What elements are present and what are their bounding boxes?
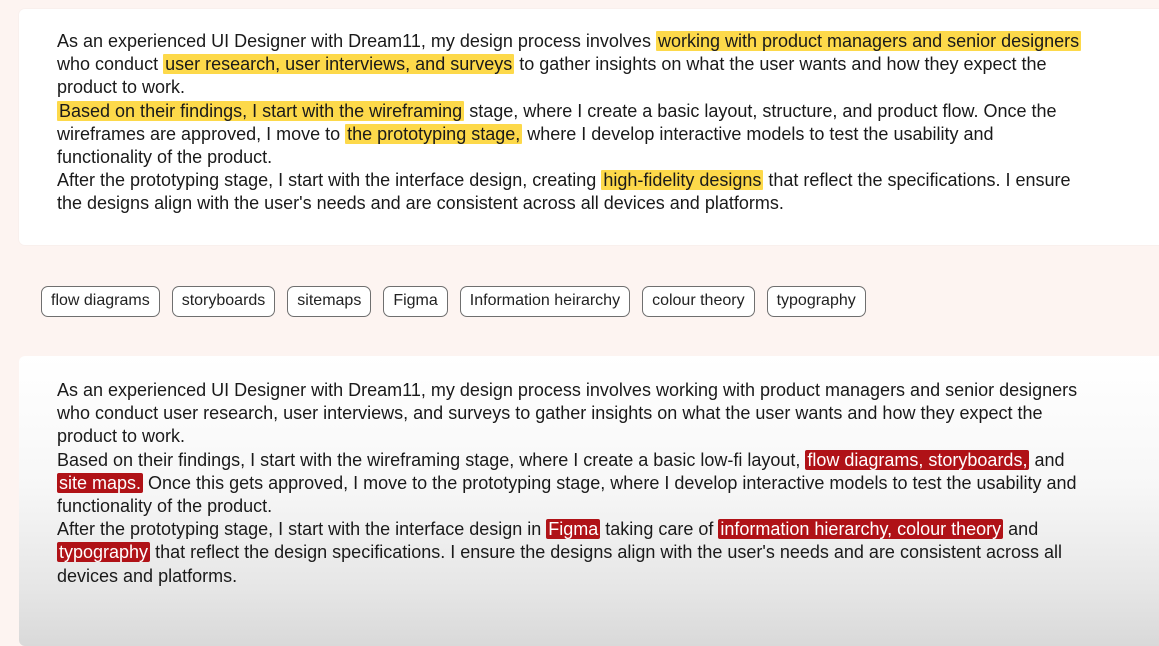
text-line: functionality of the product.	[57, 496, 273, 517]
text-line: As an experienced UI Designer with Dream…	[57, 380, 1078, 400]
text-segment: stage, where I create a basic layout, st…	[464, 100, 1057, 121]
original-text-card: As an experienced UI Designer with Dream…	[19, 9, 1159, 245]
text-segment: Once this gets approved, I move to the p…	[143, 472, 1077, 493]
text-line: After the prototyping stage, I start wit…	[57, 518, 1149, 541]
text-line: functionality of the product.	[57, 147, 273, 168]
tag-information-heirarchy[interactable]: Information heirarchy	[459, 286, 631, 317]
text-segment: who conduct	[57, 54, 164, 75]
text-segment: wireframes are approved, I move to	[57, 123, 346, 144]
text-line: After the prototyping stage, I start wit…	[57, 169, 1149, 192]
yellow-highlight: Based on their findings, I start with th…	[57, 100, 465, 121]
tag-colour-theory[interactable]: colour theory	[642, 286, 755, 317]
skill-tags: flow diagrams storyboards sitemaps Figma…	[41, 286, 866, 317]
text-segment: and	[1003, 519, 1039, 540]
red-highlight: flow diagrams, storyboards,	[805, 449, 1030, 470]
revised-text-card: As an experienced UI Designer with Dream…	[19, 356, 1159, 646]
text-line: Based on their findings, I start with th…	[57, 100, 1149, 123]
red-highlight: typography	[57, 542, 151, 563]
tag-sitemaps[interactable]: sitemaps	[287, 286, 372, 317]
tag-figma[interactable]: Figma	[383, 286, 448, 317]
red-highlight: information hierarchy, colour theory	[718, 519, 1004, 540]
yellow-highlight: high-fidelity designs	[601, 170, 764, 191]
text-line: product to work.	[57, 426, 186, 447]
yellow-highlight: user research, user interviews, and surv…	[163, 54, 515, 75]
text-segment: After the prototyping stage, I start wit…	[57, 170, 602, 191]
text-line: As an experienced UI Designer with Dream…	[57, 30, 1149, 53]
text-line: who conduct user research, user intervie…	[57, 403, 1043, 424]
tag-flow-diagrams[interactable]: flow diagrams	[41, 286, 160, 317]
yellow-highlight: working with product managers and senior…	[655, 31, 1082, 51]
text-line: wireframes are approved, I move to the p…	[57, 123, 1149, 146]
red-highlight: site maps.	[57, 472, 144, 493]
text-segment: that reflect the specifications. I ensur…	[763, 170, 1071, 191]
text-segment: that reflect the design specifications. …	[150, 542, 1063, 563]
text-segment: Based on their findings, I start with th…	[57, 449, 806, 470]
text-segment: After the prototyping stage, I start wit…	[57, 519, 547, 540]
text-line: product to work.	[57, 77, 186, 98]
text-line: devices and platforms.	[57, 565, 238, 586]
tag-storyboards[interactable]: storyboards	[171, 286, 276, 317]
text-segment: taking care of	[600, 519, 719, 540]
text-line: Based on their findings, I start with th…	[57, 449, 1149, 472]
text-line: who conduct user research, user intervie…	[57, 53, 1149, 76]
text-segment: and	[1029, 449, 1065, 470]
text-line: the designs align with the user's needs …	[57, 193, 784, 214]
yellow-highlight: the prototyping stage,	[345, 123, 523, 144]
text-segment: to gather insights on what the user want…	[514, 54, 1047, 75]
red-highlight: Figma	[546, 519, 601, 540]
text-line: typography that reflect the design speci…	[57, 541, 1149, 564]
tag-typography[interactable]: typography	[766, 286, 866, 317]
text-segment: where I develop interactive models to te…	[522, 123, 994, 144]
text-segment: As an experienced UI Designer with Dream…	[57, 31, 656, 51]
text-line: site maps. Once this gets approved, I mo…	[57, 472, 1149, 495]
original-paragraph: As an experienced UI Designer with Dream…	[57, 30, 1149, 216]
revised-paragraph: As an experienced UI Designer with Dream…	[57, 379, 1149, 588]
